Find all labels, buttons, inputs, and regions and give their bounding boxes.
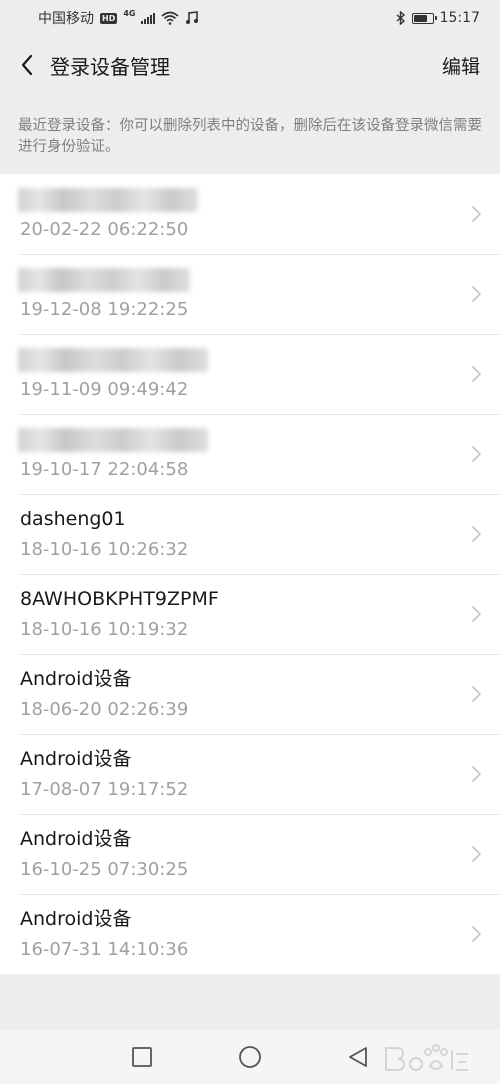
chevron-right-icon <box>472 366 481 382</box>
device-row[interactable]: 20-02-22 06:22:50 <box>0 174 500 254</box>
device-login-time: 18-10-16 10:26:32 <box>20 539 189 560</box>
device-list: 20-02-22 06:22:50 19-12-08 19:22:25 19-11-… <box>0 174 500 974</box>
circle-icon <box>239 1046 261 1068</box>
navigation-bar: 登录设备管理 编辑 <box>0 36 500 94</box>
device-name: Android设备 <box>20 828 132 850</box>
redacted-device-name <box>18 268 190 292</box>
redacted-device-name <box>18 188 198 212</box>
device-name: Android设备 <box>20 668 132 690</box>
home-button[interactable] <box>196 1030 304 1084</box>
bluetooth-icon <box>396 11 405 25</box>
device-row[interactable]: Android设备 17-08-07 19:17:52 <box>0 734 500 814</box>
chevron-right-icon <box>472 606 481 622</box>
chevron-right-icon <box>472 766 481 782</box>
device-row[interactable]: 8AWHOBKPHT9ZPMF 18-10-16 10:19:32 <box>0 574 500 654</box>
battery-icon <box>411 12 437 24</box>
recent-apps-button[interactable] <box>88 1030 196 1084</box>
chevron-right-icon <box>472 286 481 302</box>
device-name: 8AWHOBKPHT9ZPMF <box>20 588 219 610</box>
chevron-right-icon <box>472 446 481 462</box>
triangle-back-icon <box>349 1047 367 1067</box>
device-row[interactable]: 19-12-08 19:22:25 <box>0 254 500 334</box>
chevron-right-icon <box>472 926 481 942</box>
page-title: 登录设备管理 <box>50 54 170 79</box>
battery-level <box>413 14 428 22</box>
status-left: 中国移动 HD 4G <box>38 8 199 28</box>
signal-icon <box>141 12 156 24</box>
network-type-label: 4G <box>123 8 136 18</box>
device-name: Android设备 <box>20 748 132 770</box>
device-login-time: 19-12-08 19:22:25 <box>20 299 189 320</box>
device-login-time: 19-11-09 09:49:42 <box>20 379 189 400</box>
device-login-time: 18-10-16 10:19:32 <box>20 619 189 640</box>
status-right: 15:17 <box>396 10 480 26</box>
chevron-right-icon <box>472 526 481 542</box>
status-time: 15:17 <box>439 10 480 26</box>
device-row[interactable]: Android设备 18-06-20 02:26:39 <box>0 654 500 734</box>
status-bar: 中国移动 HD 4G 15:17 <box>0 0 500 36</box>
chevron-right-icon <box>472 846 481 862</box>
back-button[interactable] <box>0 36 50 94</box>
back-arrow-icon <box>21 54 33 76</box>
device-login-time: 17-08-07 19:17:52 <box>20 779 189 800</box>
chevron-right-icon <box>472 686 481 702</box>
wifi-icon <box>161 11 180 25</box>
device-row[interactable]: Android设备 16-07-31 14:10:36 <box>0 894 500 974</box>
device-row[interactable]: 19-10-17 22:04:58 <box>0 414 500 494</box>
device-login-time: 16-10-25 07:30:25 <box>20 859 189 880</box>
device-name: Android设备 <box>20 908 132 930</box>
device-row[interactable]: 19-11-09 09:49:42 <box>0 334 500 414</box>
hint-text: 最近登录设备：你可以删除列表中的设备，删除后在该设备登录微信需要进行身份验证。 <box>18 118 482 155</box>
music-note-icon <box>186 11 199 24</box>
device-row[interactable]: dasheng01 18-10-16 10:26:32 <box>0 494 500 574</box>
device-name: dasheng01 <box>20 508 126 530</box>
carrier-label: 中国移动 <box>38 11 94 27</box>
device-login-time: 20-02-22 06:22:50 <box>20 219 189 240</box>
chevron-right-icon <box>472 206 481 222</box>
device-login-time: 16-07-31 14:10:36 <box>20 939 189 960</box>
square-icon <box>132 1047 152 1067</box>
device-row[interactable]: Android设备 16-10-25 07:30:25 <box>0 814 500 894</box>
device-login-time: 18-06-20 02:26:39 <box>20 699 189 720</box>
edit-button[interactable]: 编辑 <box>422 52 500 79</box>
redacted-device-name <box>18 428 208 452</box>
hd-badge: HD <box>100 12 118 24</box>
device-login-time: 19-10-17 22:04:58 <box>20 459 189 480</box>
watermark-logo-icon <box>385 1044 468 1071</box>
redacted-device-name <box>18 348 208 372</box>
